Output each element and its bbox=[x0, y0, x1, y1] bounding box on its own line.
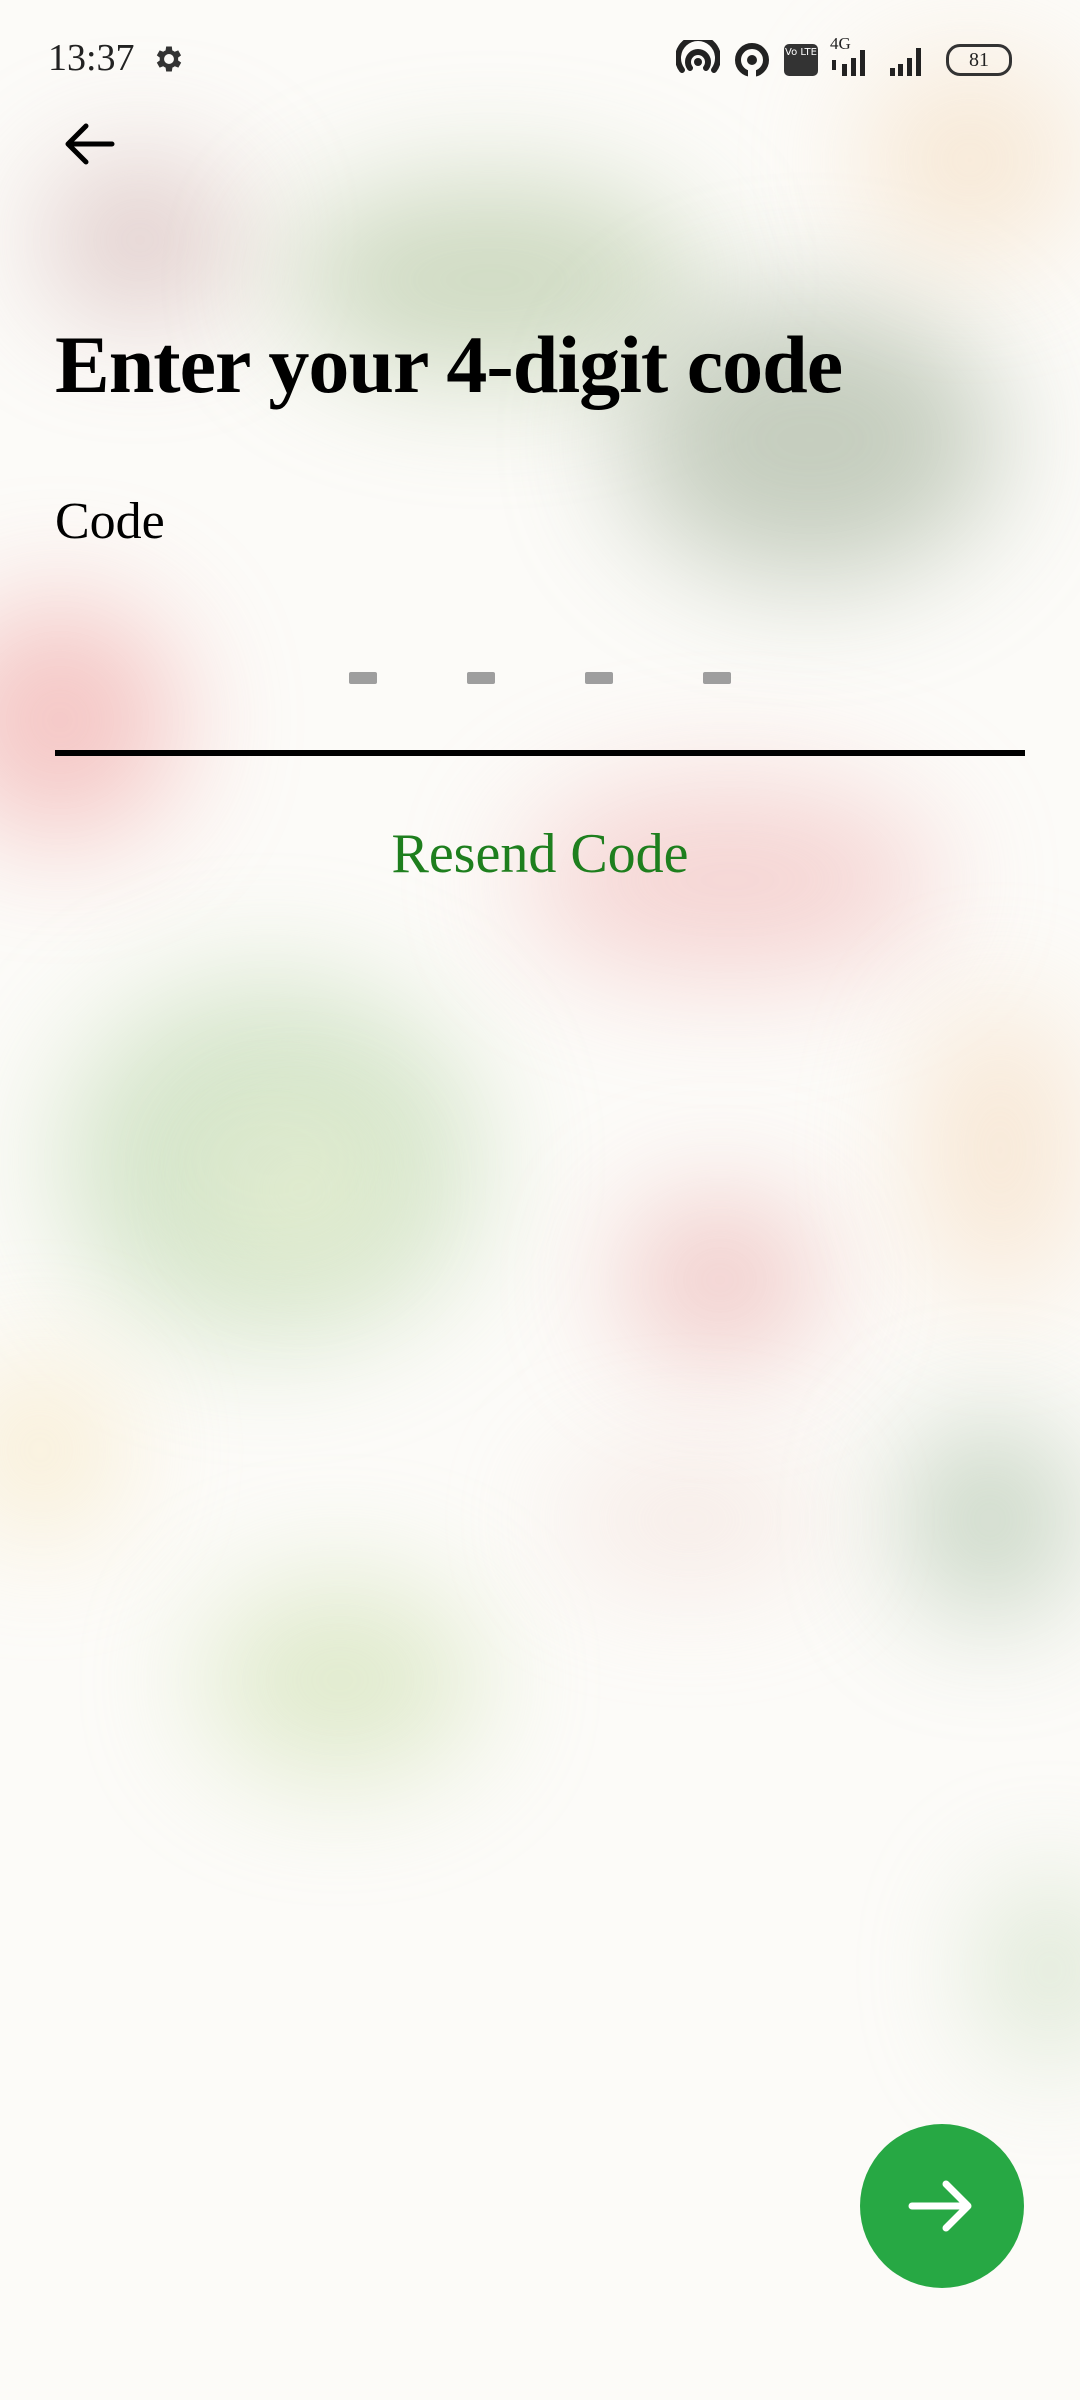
arrow-right-icon bbox=[908, 2180, 972, 2232]
next-button[interactable] bbox=[860, 2124, 1024, 2288]
volte-label: Vo LTE bbox=[785, 47, 817, 58]
data-saver-icon bbox=[735, 43, 769, 78]
resend-code-link[interactable]: Resend Code bbox=[0, 822, 1080, 886]
back-button[interactable] bbox=[52, 108, 124, 180]
code-slot-3 bbox=[585, 672, 613, 684]
battery-level: 81 bbox=[969, 49, 989, 71]
signal-icon bbox=[832, 50, 865, 76]
page-title: Enter your 4-digit code bbox=[55, 319, 843, 410]
status-icons: Vo LTE 4G 81 bbox=[676, 34, 1012, 80]
code-slot-1 bbox=[349, 672, 377, 684]
code-label: Code bbox=[55, 493, 165, 550]
arrow-left-icon bbox=[65, 123, 115, 165]
code-placeholder bbox=[55, 672, 1025, 684]
mobile-signal-4g: 4G bbox=[830, 34, 874, 80]
battery-icon: 81 bbox=[946, 44, 1012, 76]
volte-icon: Vo LTE bbox=[784, 44, 818, 76]
code-slot-4 bbox=[703, 672, 731, 684]
code-input[interactable] bbox=[55, 600, 1025, 756]
status-bar: 13:37 Vo LTE 4G 81 bbox=[0, 0, 1080, 120]
hotspot-icon bbox=[676, 40, 720, 73]
code-slot-2 bbox=[467, 672, 495, 684]
status-time: 13:37 bbox=[48, 37, 135, 79]
signal-icon bbox=[890, 48, 921, 76]
gear-icon bbox=[156, 46, 182, 72]
code-underline bbox=[55, 750, 1025, 756]
